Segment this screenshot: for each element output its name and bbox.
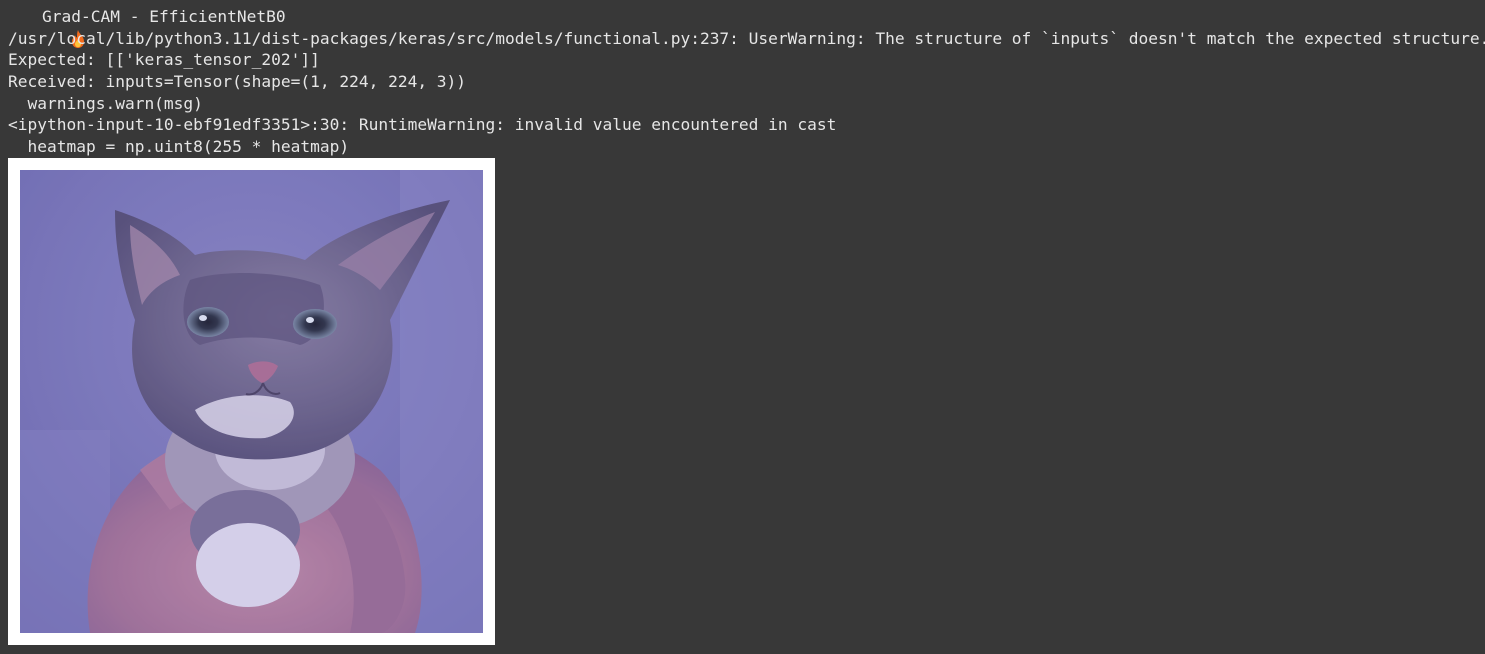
warning-line-received: Received: inputs=Tensor(shape=(1, 224, 2… — [8, 72, 467, 92]
warning-line-warn-call: warnings.warn(msg) — [8, 93, 203, 113]
output-title-row: Grad-CAM - EfficientNetB0 — [8, 6, 1478, 48]
cell-output: Grad-CAM - EfficientNetB0 /usr/local/lib… — [8, 6, 1485, 158]
runtime-warning-code-line: heatmap = np.uint8(255 * heatmap) — [8, 137, 350, 157]
warning-line-expected: Expected: [['keras_tensor_202']] — [8, 50, 320, 70]
fire-icon — [12, 7, 85, 48]
gradcam-overlay-image — [20, 170, 483, 633]
kitten-photo — [20, 170, 483, 633]
runtime-warning-line: <ipython-input-10-ebf91edf3351>:30: Runt… — [8, 115, 837, 135]
warning-line-path: /usr/local/lib/python3.11/dist-packages/… — [8, 28, 1485, 48]
output-title: Grad-CAM - EfficientNetB0 — [42, 7, 286, 26]
gradcam-figure — [8, 158, 495, 645]
